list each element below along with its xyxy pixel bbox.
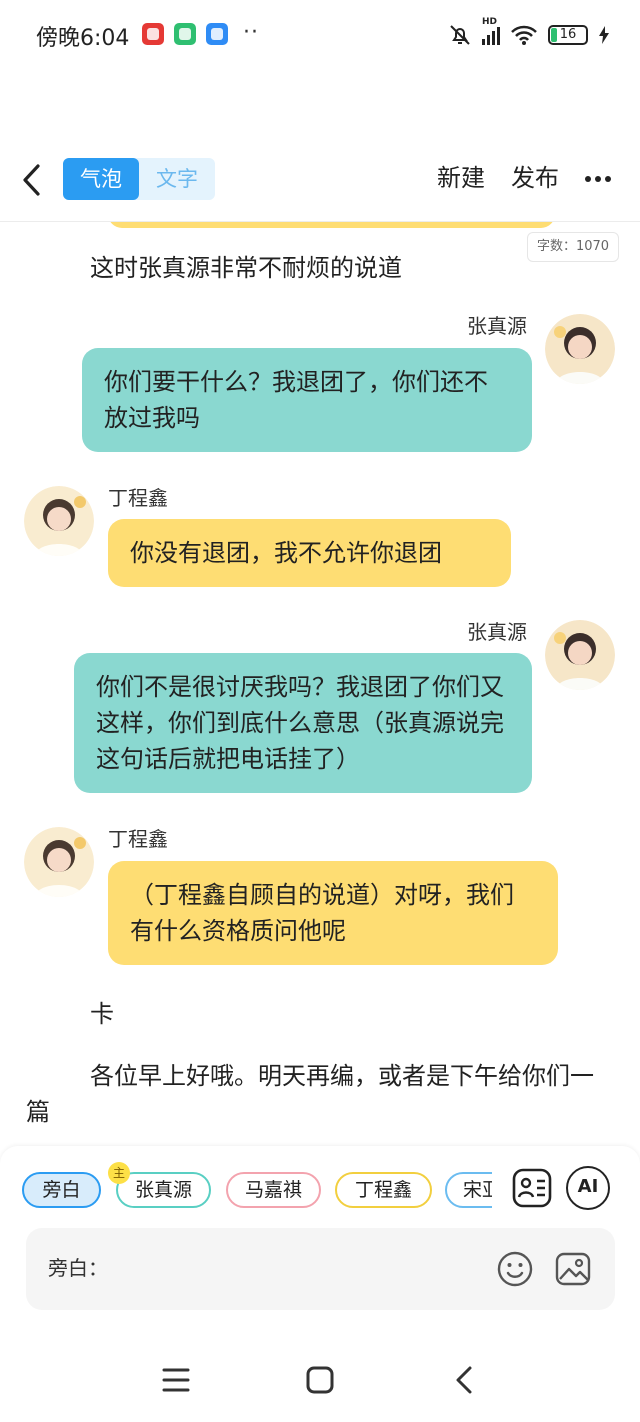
more-notifications-icon: ·· <box>243 20 259 45</box>
nav-back-icon[interactable] <box>445 1362 485 1398</box>
recents-menu-icon[interactable] <box>156 1362 196 1398</box>
previous-message-bubble[interactable] <box>108 222 555 228</box>
silent-bell-icon <box>450 25 470 45</box>
avatar-ding[interactable] <box>24 827 94 897</box>
speaker-name: 丁程鑫 <box>108 486 168 510</box>
new-button[interactable]: 新建 <box>437 160 485 196</box>
narration-text[interactable]: 各位早上好哦。明天再编，或者是下午给你们一篇 <box>26 1058 606 1130</box>
character-card-icon[interactable] <box>510 1166 554 1210</box>
avatar-zhang[interactable] <box>545 314 615 384</box>
chat-bubble-ding[interactable]: （丁程鑫自顾自的说道）对呀，我们有什么资格质问他呢 <box>108 861 558 965</box>
security-app-icon <box>174 23 196 45</box>
wifi-icon <box>511 25 537 45</box>
charging-icon <box>599 26 609 44</box>
role-chip-ma[interactable]: 马嘉祺 <box>226 1172 321 1208</box>
ai-button[interactable]: AI <box>566 1166 610 1210</box>
more-options-icon[interactable] <box>585 176 611 182</box>
status-time: 傍晚6:04 <box>36 26 130 51</box>
role-chip-zhang[interactable]: 张真源 <box>116 1172 211 1208</box>
tab-text[interactable]: 文字 <box>139 158 215 200</box>
emoji-icon[interactable] <box>496 1250 534 1288</box>
message-app-icon <box>206 23 228 45</box>
battery-level: 16 <box>559 27 577 42</box>
composer-panel: 旁白 张真源 马嘉祺 丁程鑫 宋亚 AI 旁白： <box>0 1146 640 1336</box>
cell-signal-icon: HD <box>482 17 500 45</box>
role-chip-narrator[interactable]: 旁白 <box>22 1172 101 1208</box>
home-icon[interactable] <box>300 1362 340 1398</box>
speaker-name: 张真源 <box>467 314 527 338</box>
host-badge: 主 <box>108 1162 130 1184</box>
avatar-zhang[interactable] <box>545 620 615 690</box>
chat-bubble-zhang[interactable]: 你们不是很讨厌我吗？我退团了你们又这样，你们到底什么意思（张真源说完这句话后就把… <box>74 653 532 793</box>
hd-label: HD <box>482 17 498 27</box>
avatar-ding[interactable] <box>24 486 94 556</box>
word-count-badge: 字数：1070 <box>527 232 619 262</box>
message-input[interactable]: 旁白： <box>26 1228 615 1310</box>
narration-text[interactable]: 这时张真源非常不耐烦的说道 <box>90 250 402 286</box>
speaker-name: 丁程鑫 <box>108 827 168 851</box>
notification-app-icon <box>142 23 164 45</box>
chat-bubble-ding[interactable]: 你没有退团，我不允许你退团 <box>108 519 511 587</box>
tab-bubble[interactable]: 气泡 <box>63 158 139 200</box>
chat-bubble-zhang[interactable]: 你们要干什么？我退团了，你们还不放过我吗 <box>82 348 532 452</box>
speaker-name: 张真源 <box>467 620 527 644</box>
battery-icon: 16 <box>548 25 588 45</box>
narration-text[interactable]: 卡 <box>90 996 114 1032</box>
back-arrow-icon[interactable] <box>18 160 48 200</box>
role-chip-song[interactable]: 宋亚 <box>445 1172 492 1208</box>
publish-button[interactable]: 发布 <box>511 160 559 196</box>
mode-toggle: 气泡 文字 <box>63 158 215 200</box>
role-chip-ding[interactable]: 丁程鑫 <box>335 1172 432 1208</box>
editor-header: 气泡 文字 新建 发布 <box>0 150 640 210</box>
system-nav-bar <box>0 1336 640 1422</box>
chat-area[interactable]: 字数：1070 这时张真源非常不耐烦的说道 张真源 你们要干什么？我退团了，你们… <box>0 222 640 1142</box>
image-icon[interactable] <box>554 1250 592 1288</box>
input-role-label: 旁白： <box>48 1256 108 1280</box>
ai-label: AI <box>577 1176 599 1197</box>
status-bar: 傍晚6:04 ·· HD 16 <box>0 0 640 70</box>
role-selector: 旁白 张真源 马嘉祺 丁程鑫 宋亚 <box>22 1170 492 1210</box>
